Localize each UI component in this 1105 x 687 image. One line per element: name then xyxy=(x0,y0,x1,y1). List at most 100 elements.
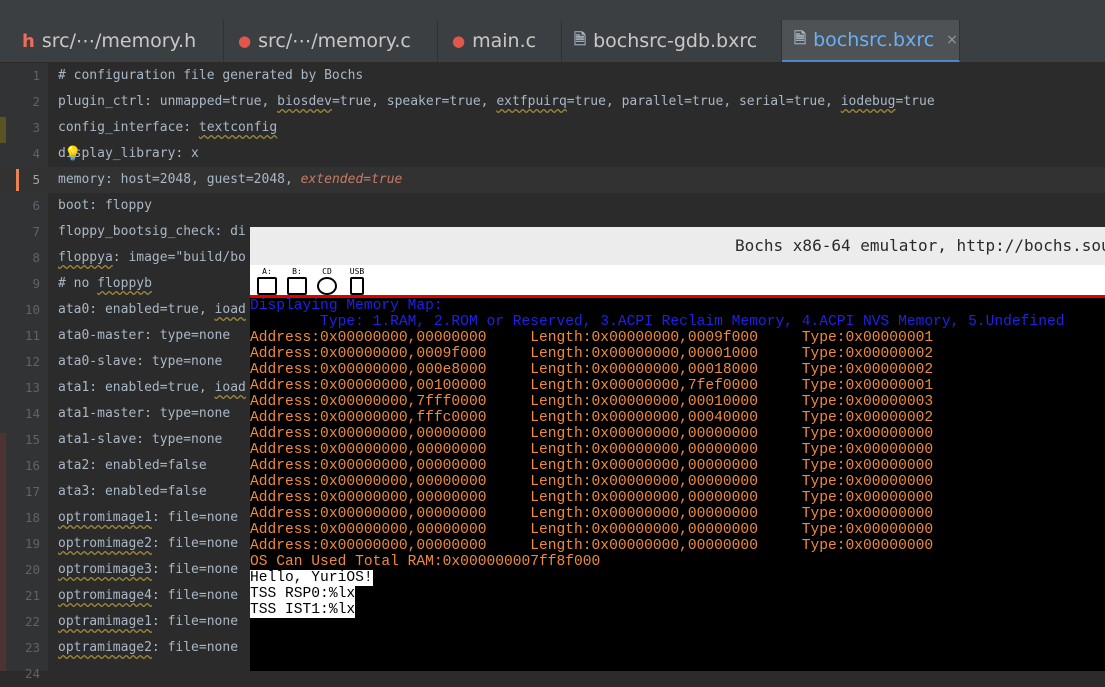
text-segment: : image="build/bo xyxy=(112,250,246,265)
line-number: 10 xyxy=(24,302,40,317)
text-segment: config_interface: xyxy=(58,120,199,135)
text-segment: floppyb xyxy=(97,276,152,291)
screen-header: Displaying Memory Map: xyxy=(250,298,443,314)
memory-map-row: Address:0x00000000,00000000 Length:0x000… xyxy=(250,426,934,442)
window-title: Bochs x86-64 emulator, http://bochs.sour… xyxy=(735,236,1105,255)
tab-bochsrc-gdb[interactable]: 🗎 bochsrc-gdb.bxrc xyxy=(562,20,782,62)
c-file-icon: ● xyxy=(452,32,466,50)
text-segment: optramimage1 xyxy=(58,614,152,629)
close-icon[interactable]: × xyxy=(946,32,958,48)
tab-label: src/⋯/memory.h xyxy=(41,30,197,52)
text-segment: : file=none xyxy=(151,536,239,551)
usb-label: USB xyxy=(349,267,365,276)
tab-label: bochsrc.bxrc xyxy=(813,29,935,51)
text-segment: optromimage4 xyxy=(58,588,152,603)
tab-memory-h[interactable]: h src/⋯/memory.h xyxy=(0,20,224,62)
line-number: 6 xyxy=(32,198,40,213)
line-text: optromimage1: file=none xyxy=(58,505,238,531)
floppy-a-button[interactable]: A: xyxy=(254,267,280,295)
line-text: boot: floppy xyxy=(58,198,152,213)
line-text: optromimage4: file=none xyxy=(58,583,238,609)
line-text: optramimage1: file=none xyxy=(58,609,238,635)
line-number: 12 xyxy=(24,354,40,369)
memory-map-row: Address:0x00000000,00000000 Length:0x000… xyxy=(250,442,934,458)
line-number: 9 xyxy=(32,276,40,291)
text-segment: : file=none xyxy=(151,614,239,629)
cdrom-button[interactable]: CD xyxy=(314,267,340,295)
memory-map-row: Address:0x00000000,00000000 Length:0x000… xyxy=(250,458,934,474)
usb-icon xyxy=(350,277,364,295)
window-title-bar[interactable]: Bochs x86-64 emulator, http://bochs.sour… xyxy=(250,227,1105,265)
line-text: ata1-slave: type=none xyxy=(58,432,223,447)
total-ram-line: OS Can Used Total RAM:0x000000007ff8f000 xyxy=(250,554,601,570)
line-number: 4 xyxy=(32,146,40,161)
line-number: 3 xyxy=(32,120,40,135)
line-number: 14 xyxy=(24,406,40,421)
line-number: 24 xyxy=(24,666,40,681)
text-segment: # no xyxy=(58,276,98,291)
memory-map-row: Address:0x00000000,00000000 Length:0x000… xyxy=(250,522,934,538)
cdrom-icon xyxy=(317,277,337,295)
current-line-marker xyxy=(16,169,19,191)
line-number: 23 xyxy=(24,640,40,655)
code-line: 6 boot: floppy xyxy=(0,193,1105,219)
text-segment: extended=true xyxy=(300,172,403,187)
text-segment: memory: host=2048, guest=2048, xyxy=(58,172,301,187)
line-text: ata1-master: type=none xyxy=(58,406,231,421)
memory-map-row: Address:0x00000000,0009f000 Length:0x000… xyxy=(250,346,934,362)
text-segment: =true, parallel=true, serial=true, xyxy=(566,94,841,109)
emulator-screen[interactable]: Displaying Memory Map: Type: 1.RAM, 2.RO… xyxy=(250,298,1105,671)
line-number: 20 xyxy=(24,562,40,577)
hello-line: Hello, YuriOS! xyxy=(250,570,373,586)
lightbulb-icon[interactable]: 💡 xyxy=(64,146,81,162)
line-number: 8 xyxy=(32,250,40,265)
line-text: # configuration file generated by Bochs xyxy=(58,68,364,83)
text-segment: ata1: enabled=true, xyxy=(58,380,215,395)
line-text: optromimage3: file=none xyxy=(58,557,238,583)
tab-memory-c[interactable]: ● src/⋯/memory.c xyxy=(224,20,438,62)
line-text: optromimage2: file=none xyxy=(58,531,238,557)
h-header-icon: h xyxy=(22,30,35,52)
text-segment: ioad xyxy=(214,380,246,395)
text-segment: optromimage1 xyxy=(58,510,152,525)
line-text: ata0-slave: type=none xyxy=(58,354,223,369)
line-text: config_interface: textconfig xyxy=(58,115,277,141)
bochs-emulator-window[interactable]: Bochs x86-64 emulator, http://bochs.sour… xyxy=(250,227,1105,671)
line-text: memory: host=2048, guest=2048, extended=… xyxy=(58,167,402,193)
tab-label: src/⋯/memory.c xyxy=(258,30,411,52)
text-segment: : file=none xyxy=(151,640,239,655)
line-number: 17 xyxy=(24,484,40,499)
usb-button[interactable]: USB xyxy=(344,267,370,295)
file-icon: 🗎 xyxy=(794,28,807,47)
text-segment: optramimage2 xyxy=(58,640,152,655)
text-segment: iodebug xyxy=(840,94,896,109)
line-number: 16 xyxy=(24,458,40,473)
tab-main-c[interactable]: ● main.c xyxy=(438,20,562,62)
line-number: 2 xyxy=(32,94,40,109)
code-line-current: 5 memory: host=2048, guest=2048, extende… xyxy=(0,167,1105,193)
text-segment: extfpuirq xyxy=(496,94,567,109)
tab-bochsrc[interactable]: 🗎 bochsrc.bxrc × xyxy=(782,20,960,62)
tab-label: main.c xyxy=(472,30,537,52)
code-line: 1 # configuration file generated by Boch… xyxy=(0,63,1105,89)
line-text: floppy_bootsig_check: di xyxy=(58,224,246,239)
line-number: 1 xyxy=(32,68,40,83)
editor-tab-bar: h src/⋯/memory.h ● src/⋯/memory.c ● main… xyxy=(0,0,1105,63)
line-text: plugin_ctrl: unmapped=true, biosdev=true… xyxy=(58,89,935,115)
text-segment: ata0: enabled=true, xyxy=(58,302,215,317)
memory-map-row: Address:0x00000000,00000000 Length:0x000… xyxy=(250,330,934,346)
memory-map-row: Address:0x00000000,00000000 Length:0x000… xyxy=(250,506,934,522)
line-text: ata0-master: type=none xyxy=(58,328,231,343)
text-segment: optromimage2 xyxy=(58,536,152,551)
floppy-b-button[interactable]: B: xyxy=(284,267,310,295)
text-segment: =true xyxy=(895,94,935,109)
floppy-icon xyxy=(287,277,307,295)
line-text: ata3: enabled=false xyxy=(58,484,207,499)
line-number: 21 xyxy=(24,588,40,603)
tss-ist1-line: TSS IST1:%lx xyxy=(250,602,356,618)
text-segment: textconfig xyxy=(198,120,278,135)
line-text: ata2: enabled=false xyxy=(58,458,207,473)
line-number: 13 xyxy=(24,380,40,395)
line-number: 7 xyxy=(32,224,40,239)
bochs-toolbar: A: B: CD USB xyxy=(250,265,1105,298)
